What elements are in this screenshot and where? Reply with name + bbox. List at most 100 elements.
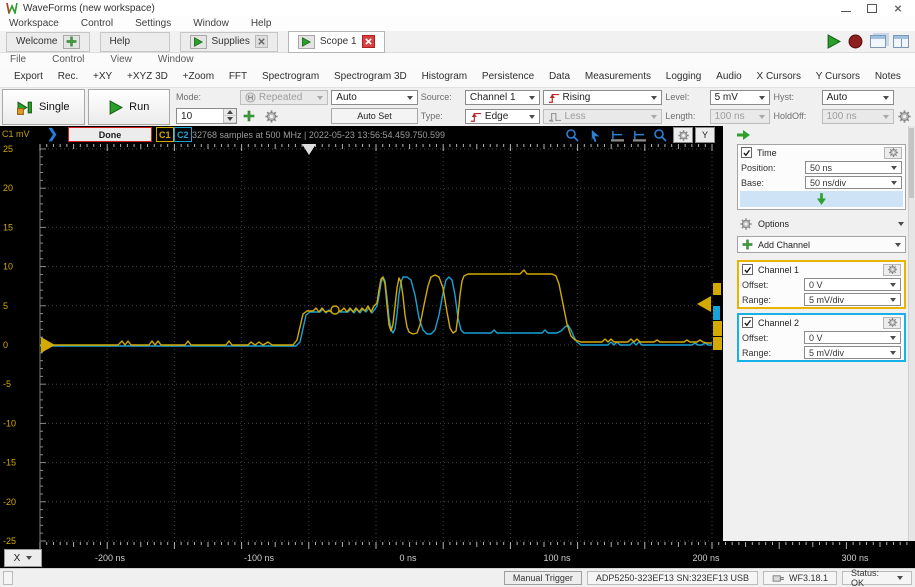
- new-instrument-icon[interactable]: [62, 34, 80, 49]
- collapse-panel-arrow-icon[interactable]: [737, 129, 906, 141]
- buffer-gear-icon[interactable]: [264, 109, 279, 124]
- view-toolbar-item[interactable]: Measurements: [585, 71, 651, 82]
- view-toolbar-item[interactable]: +XYZ 3D: [127, 71, 168, 82]
- y-axis-button[interactable]: Y: [695, 127, 715, 143]
- time-base-select[interactable]: 50 ns/div: [805, 176, 902, 189]
- repeated-mode-icon: [245, 92, 256, 103]
- menu-item[interactable]: Help: [251, 18, 272, 29]
- run-all-icon[interactable]: [826, 34, 841, 49]
- close-scope1-icon[interactable]: [361, 35, 375, 48]
- length-select[interactable]: 100 ns: [709, 109, 771, 124]
- scope-menu-item[interactable]: Window: [158, 54, 194, 65]
- time-scroll-strip[interactable]: [740, 191, 903, 207]
- cascade-windows-icon[interactable]: [870, 35, 886, 48]
- scope-menu-item[interactable]: Control: [52, 54, 84, 65]
- tile-windows-icon[interactable]: [893, 35, 909, 48]
- view-toolbar-item[interactable]: +Zoom: [183, 71, 214, 82]
- view-toolbar-item[interactable]: +XY: [93, 71, 112, 82]
- manual-trigger-button[interactable]: Manual Trigger: [503, 571, 582, 585]
- add-channel-label: Add Channel: [758, 239, 811, 250]
- level-select[interactable]: 5 mV: [709, 90, 771, 105]
- plot-gear-button[interactable]: [673, 127, 693, 143]
- minimize-icon[interactable]: [841, 5, 851, 12]
- tab-scope1[interactable]: Scope 1: [287, 30, 385, 53]
- scan-count-spinner[interactable]: 10: [176, 108, 237, 124]
- trigger-gear-icon[interactable]: [897, 109, 912, 124]
- rising-edge-icon: [548, 92, 560, 104]
- x-axis-button[interactable]: X: [4, 549, 42, 567]
- close-supplies-icon[interactable]: [254, 35, 268, 48]
- view-toolbar-item[interactable]: FFT: [229, 71, 247, 82]
- svg-text:-100 ns: -100 ns: [244, 553, 275, 563]
- channel2-offset-select[interactable]: 0 V: [804, 331, 901, 344]
- trigger-level-marker[interactable]: [697, 296, 711, 312]
- view-toolbar-item[interactable]: Data: [549, 71, 570, 82]
- channel1-gear-button[interactable]: [883, 263, 901, 276]
- menu-item[interactable]: Control: [81, 18, 113, 29]
- options-row[interactable]: Options: [737, 217, 906, 231]
- measure-y-icon[interactable]: [629, 128, 649, 143]
- expand-arrow-icon[interactable]: ❯: [47, 127, 58, 140]
- holdoff-label: HoldOff:: [773, 111, 807, 121]
- chevron-down-icon: [890, 335, 896, 340]
- mode-select[interactable]: Repeated: [239, 90, 329, 105]
- view-toolbar-item[interactable]: Logging: [666, 71, 702, 82]
- view-toolbar-item[interactable]: Y Cursors: [816, 71, 860, 82]
- view-toolbar-item[interactable]: Notes: [875, 71, 901, 82]
- svg-text:15: 15: [3, 222, 13, 232]
- menu-item[interactable]: Window: [193, 18, 229, 29]
- measure-x-icon[interactable]: [607, 128, 627, 143]
- tab-supplies[interactable]: Supplies: [179, 31, 278, 52]
- add-channel-button[interactable]: Add Channel: [737, 236, 906, 253]
- panel-scrollbar[interactable]: [908, 126, 915, 541]
- channel1-range-select[interactable]: 5 mV/div: [804, 293, 901, 306]
- view-toolbar-item[interactable]: Rec.: [58, 71, 79, 82]
- time-gear-button[interactable]: [884, 146, 902, 159]
- view-toolbar-item[interactable]: Spectrogram 3D: [334, 71, 407, 82]
- scope-menu-item[interactable]: View: [110, 54, 132, 65]
- mode-label: Mode:: [176, 92, 202, 102]
- scope-menu-item[interactable]: File: [10, 54, 26, 65]
- channel2-checkbox[interactable]: [742, 317, 753, 328]
- run-button[interactable]: Run: [87, 89, 171, 125]
- view-toolbar-item[interactable]: Export: [14, 71, 43, 82]
- zoom-region-icon[interactable]: [651, 128, 671, 143]
- add-buffer-icon[interactable]: [243, 110, 255, 122]
- maximize-icon[interactable]: [867, 3, 877, 13]
- channel2-chip[interactable]: C2: [174, 127, 192, 142]
- channel-offset-marker[interactable]: [41, 337, 55, 353]
- tab-welcome[interactable]: Welcome: [6, 31, 90, 52]
- view-toolbar-item[interactable]: Histogram: [422, 71, 468, 82]
- channel2-range-select[interactable]: 5 mV/div: [804, 346, 901, 359]
- single-button[interactable]: Single: [2, 89, 85, 125]
- acquisition-select[interactable]: Auto: [331, 90, 418, 105]
- stop-all-icon[interactable]: [848, 34, 863, 49]
- view-toolbar-item[interactable]: Persistence: [482, 71, 534, 82]
- hysteresis-select[interactable]: Auto: [821, 90, 895, 105]
- time-position-select[interactable]: 50 ns: [805, 161, 902, 174]
- zoom-fit-icon[interactable]: [563, 128, 583, 143]
- trigger-source-select[interactable]: Channel 1: [464, 90, 540, 105]
- channel1-chip[interactable]: C1: [156, 127, 174, 142]
- status-indicator[interactable]: Status: OK: [842, 568, 912, 587]
- trigger-condition-select[interactable]: Rising: [542, 90, 663, 105]
- trigger-type-select[interactable]: Edge: [464, 109, 540, 124]
- spin-down-button[interactable]: [223, 116, 236, 123]
- spin-up-button[interactable]: [223, 109, 236, 116]
- channel2-gear-button[interactable]: [883, 316, 901, 329]
- view-toolbar-item[interactable]: Spectrogram: [262, 71, 319, 82]
- menu-item[interactable]: Workspace: [9, 18, 59, 29]
- auto-set-button[interactable]: Auto Set: [331, 108, 418, 124]
- view-toolbar-item[interactable]: Audio: [716, 71, 742, 82]
- pointer-mode-icon[interactable]: [585, 128, 605, 143]
- pulse-condition-select[interactable]: Less: [542, 109, 663, 124]
- menu-item[interactable]: Settings: [135, 18, 171, 29]
- tab-help[interactable]: Help: [99, 31, 170, 52]
- single-icon: [17, 100, 33, 115]
- holdoff-select[interactable]: 100 ns: [821, 109, 895, 124]
- close-icon[interactable]: [893, 4, 903, 13]
- time-checkbox[interactable]: [741, 147, 752, 158]
- channel1-offset-select[interactable]: 0 V: [804, 278, 901, 291]
- channel1-checkbox[interactable]: [742, 264, 753, 275]
- view-toolbar-item[interactable]: X Cursors: [757, 71, 801, 82]
